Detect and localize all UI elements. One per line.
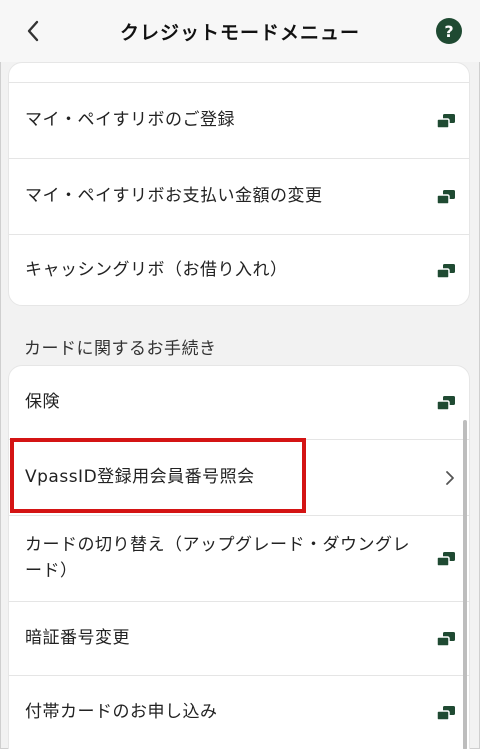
menu-group-card-procedures: 保険 VpassID登録用会員番号照会 カードの切り替え（アップグレード・ダウン… xyxy=(8,365,470,749)
menu-item-label: 付帯カードのお申し込み xyxy=(25,702,218,723)
chevron-left-icon xyxy=(27,20,39,42)
menu-item-card-switch[interactable]: カードの切り替え（アップグレード・ダウングレード） xyxy=(9,516,469,602)
external-link-icon xyxy=(433,112,455,130)
external-link-icon xyxy=(433,630,455,648)
external-link-icon xyxy=(433,262,455,280)
chevron-right-icon xyxy=(433,470,455,486)
menu-item-mypay-amount-change[interactable]: マイ・ペイすリボお支払い金額の変更 xyxy=(9,159,469,235)
external-link-icon xyxy=(433,394,455,412)
menu-item-label: 暗証番号変更 xyxy=(25,627,130,648)
menu-group-revolving: マイ・ペイすリボのご登録 マイ・ペイすリボお支払い金額の変更 キャッシングリボ（… xyxy=(8,62,470,306)
menu-row-partial xyxy=(9,63,469,83)
menu-item-insurance[interactable]: 保険 xyxy=(9,366,469,440)
scrollbar[interactable] xyxy=(463,420,467,749)
menu-item-pin-change[interactable]: 暗証番号変更 xyxy=(9,602,469,676)
external-link-icon xyxy=(433,704,455,722)
menu-item-label: 保険 xyxy=(25,391,60,412)
app-header: クレジットモードメニュー ? xyxy=(0,0,480,62)
help-button[interactable]: ? xyxy=(436,18,462,44)
back-button[interactable] xyxy=(18,16,48,46)
menu-item-mypay-register[interactable]: マイ・ペイすリボのご登録 xyxy=(9,83,469,159)
menu-item-label: マイ・ペイすリボのご登録 xyxy=(25,109,235,130)
section-title-card-procedures: カードに関するお手続き xyxy=(24,339,217,359)
page-title: クレジットモードメニュー xyxy=(119,21,360,44)
menu-item-cashing-revolving[interactable]: キャッシングリボ（お借り入れ） xyxy=(9,235,469,305)
external-link-icon xyxy=(433,188,455,206)
menu-item-family-card-apply[interactable]: 付帯カードのお申し込み xyxy=(9,676,469,749)
menu-item-label: マイ・ペイすリボお支払い金額の変更 xyxy=(25,185,323,206)
menu-item-label: カードの切り替え（アップグレード・ダウングレード） xyxy=(25,535,410,581)
menu-item-label: キャッシングリボ（お借り入れ） xyxy=(25,260,288,281)
external-link-icon xyxy=(433,550,455,568)
highlight-box xyxy=(10,438,306,513)
